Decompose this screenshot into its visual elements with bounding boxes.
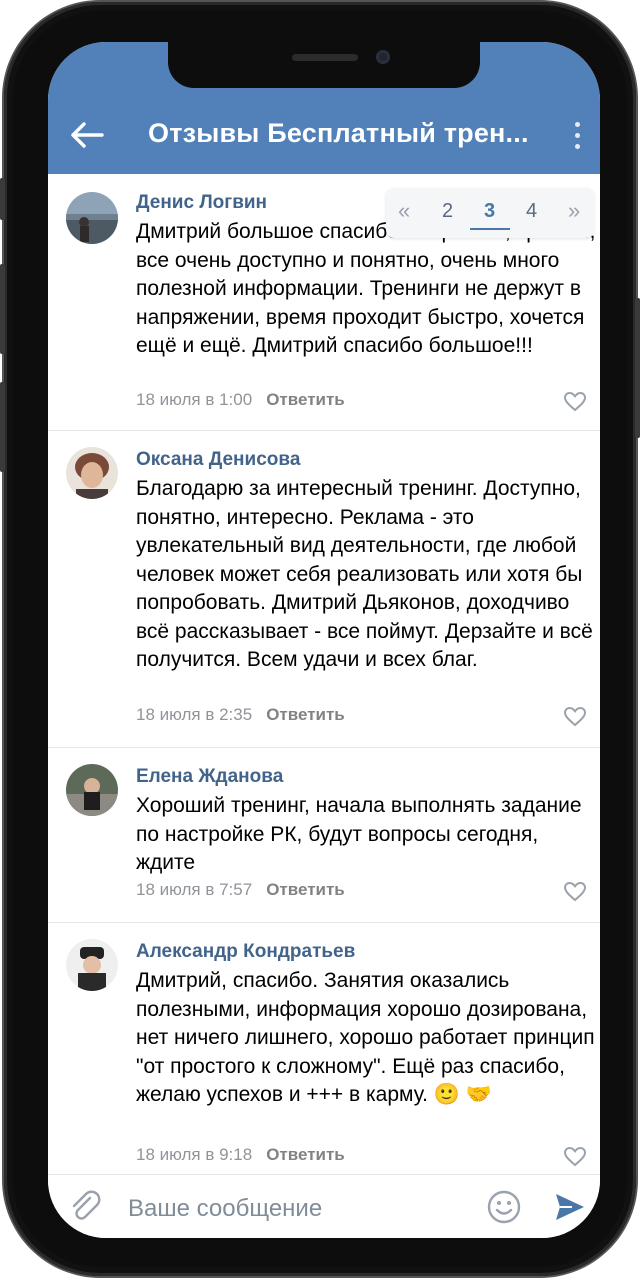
- reply-button[interactable]: Ответить: [266, 705, 345, 724]
- pager-next-button[interactable]: »: [568, 198, 580, 224]
- paperclip-icon[interactable]: [68, 1189, 102, 1223]
- like-heart-icon[interactable]: [564, 1147, 586, 1167]
- like-heart-icon[interactable]: [564, 707, 586, 727]
- page-title: Отзывы Бесплатный трен...: [148, 118, 529, 148]
- reply-button[interactable]: Ответить: [266, 1145, 345, 1164]
- comment-time: 18 июля в 9:18: [136, 1145, 253, 1164]
- like-heart-icon[interactable]: [564, 392, 586, 412]
- emoji-smile-icon[interactable]: [486, 1189, 522, 1225]
- comment-author[interactable]: Оксана Денисова: [136, 449, 300, 471]
- comment-list: Денис Логвин Дмитрий большое спасибо за …: [48, 174, 600, 1181]
- pager-current-indicator: [470, 228, 510, 230]
- phone-frame: Отзывы Бесплатный трен... Денис Логвин Д…: [0, 2, 640, 1276]
- comment-item: Александр Кондратьев Дмитрий, спасибо. З…: [48, 923, 600, 1181]
- comment-author[interactable]: Елена Жданова: [136, 766, 283, 788]
- comment-text: Дмитрий большое спасибо за тренинг, трен…: [136, 220, 596, 357]
- comment-text: Дмитрий, спасибо. Занятия оказались поле…: [136, 969, 595, 1106]
- send-icon[interactable]: [554, 1191, 586, 1223]
- comment-author[interactable]: Денис Логвин: [136, 192, 267, 214]
- volume-up-button: [0, 264, 5, 354]
- comment-item: Елена Жданова Хороший тренинг, начала вы…: [48, 748, 600, 923]
- comment-author[interactable]: Александр Кондратьев: [136, 941, 355, 963]
- reply-button[interactable]: Ответить: [266, 390, 345, 409]
- more-menu-icon[interactable]: [574, 122, 582, 150]
- comment-text: Хороший тренинг, начала выполнять задани…: [136, 794, 582, 874]
- message-input[interactable]: Ваше сообщение: [128, 1195, 322, 1223]
- comment-text: Благодарю за интересный тренинг. Доступн…: [136, 477, 593, 671]
- front-camera: [376, 50, 390, 64]
- mute-switch: [0, 178, 5, 220]
- comment-time: 18 июля в 7:57: [136, 880, 253, 899]
- power-button: [635, 298, 640, 438]
- comment-item: Оксана Денисова Благодарю за интересный …: [48, 431, 600, 748]
- like-heart-icon[interactable]: [564, 882, 586, 902]
- reply-button[interactable]: Ответить: [266, 880, 345, 899]
- speaker: [292, 54, 358, 61]
- back-arrow-icon[interactable]: [70, 122, 104, 148]
- pager-page-current[interactable]: 3: [484, 200, 495, 223]
- comment-time: 18 июля в 2:35: [136, 705, 253, 724]
- comment-meta: 18 июля в 9:18 Ответить: [136, 1145, 345, 1165]
- comment-meta: 18 июля в 2:35 Ответить: [136, 705, 345, 725]
- screen: Отзывы Бесплатный трен... Денис Логвин Д…: [48, 42, 600, 1238]
- avatar[interactable]: [66, 764, 118, 816]
- pager-page-4[interactable]: 4: [526, 200, 537, 223]
- comment-meta: 18 июля в 1:00 Ответить: [136, 390, 345, 410]
- volume-down-button: [0, 382, 5, 472]
- avatar[interactable]: [66, 447, 118, 499]
- avatar[interactable]: [66, 939, 118, 991]
- pager-prev-button[interactable]: «: [398, 198, 410, 224]
- comment-meta: 18 июля в 7:57 Ответить: [136, 880, 345, 900]
- comment-time: 18 июля в 1:00: [136, 390, 253, 409]
- pagination: « 2 3 4 »: [386, 188, 594, 238]
- notch: [168, 42, 480, 88]
- message-composer: Ваше сообщение: [48, 1174, 600, 1238]
- avatar[interactable]: [66, 192, 118, 244]
- pager-page-2[interactable]: 2: [442, 200, 453, 223]
